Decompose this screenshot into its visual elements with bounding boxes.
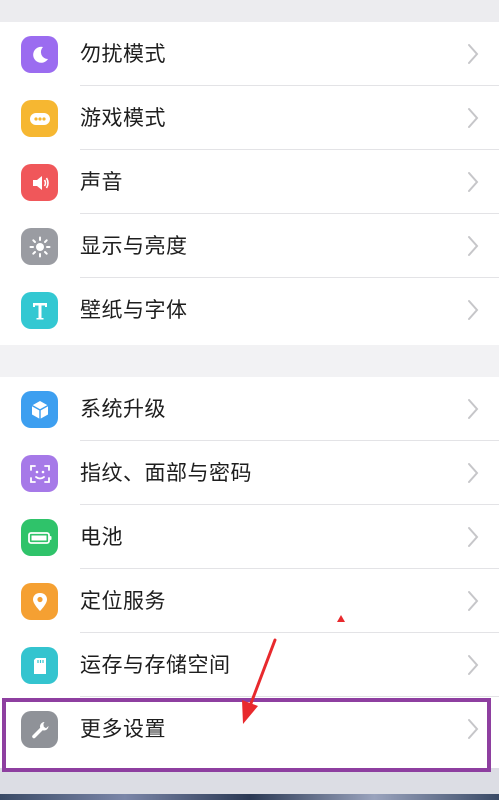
location-pin-icon	[21, 583, 58, 620]
settings-item-label: 壁纸与字体	[80, 298, 188, 322]
chevron-right-icon	[468, 527, 479, 547]
chevron-right-icon	[468, 44, 479, 64]
fingerprint-face-icon	[21, 455, 58, 492]
highlight-box	[2, 698, 491, 772]
settings-group-1: 勿扰模式 游戏模式 声音 显示与亮度 壁纸与字体	[0, 22, 499, 345]
text-t-icon	[21, 292, 58, 329]
settings-item-display-brightness[interactable]: 显示与亮度	[0, 214, 499, 278]
chevron-right-icon	[468, 591, 479, 611]
settings-item-label: 指纹、面部与密码	[80, 461, 252, 485]
settings-item-label: 声音	[80, 170, 123, 194]
chevron-right-icon	[468, 300, 479, 320]
settings-item-label: 系统升级	[80, 397, 166, 421]
chevron-right-icon	[468, 172, 479, 192]
battery-icon	[21, 519, 58, 556]
settings-item-memory-storage[interactable]: 运存与存储空间	[0, 633, 499, 697]
settings-screen: 勿扰模式 游戏模式 声音 显示与亮度 壁纸与字体 系统升级 指纹、面部与密码 电…	[0, 0, 499, 800]
settings-item-battery[interactable]: 电池	[0, 505, 499, 569]
settings-item-label: 显示与亮度	[80, 234, 188, 258]
settings-item-location-services[interactable]: 定位服务	[0, 569, 499, 633]
settings-item-system-update[interactable]: 系统升级	[0, 377, 499, 441]
settings-item-label: 游戏模式	[80, 106, 166, 130]
settings-item-label: 定位服务	[80, 589, 166, 613]
settings-item-fingerprint-face-password[interactable]: 指纹、面部与密码	[0, 441, 499, 505]
chevron-right-icon	[468, 655, 479, 675]
settings-item-label: 勿扰模式	[80, 42, 166, 66]
settings-item-game-mode[interactable]: 游戏模式	[0, 86, 499, 150]
bottom-band	[0, 794, 499, 800]
speaker-icon	[21, 164, 58, 201]
top-edge	[0, 0, 499, 22]
chevron-right-icon	[468, 399, 479, 419]
settings-item-label: 运存与存储空间	[80, 653, 231, 677]
gamepad-icon	[21, 100, 58, 137]
moon-icon	[21, 36, 58, 73]
settings-item-wallpaper-font[interactable]: 壁纸与字体	[0, 278, 499, 342]
settings-item-do-not-disturb[interactable]: 勿扰模式	[0, 22, 499, 86]
settings-item-sound[interactable]: 声音	[0, 150, 499, 214]
chevron-right-icon	[468, 463, 479, 483]
brightness-icon	[21, 228, 58, 265]
system-update-icon	[21, 391, 58, 428]
sd-card-icon	[21, 647, 58, 684]
chevron-right-icon	[468, 108, 479, 128]
settings-item-label: 电池	[80, 525, 123, 549]
chevron-right-icon	[468, 236, 479, 256]
